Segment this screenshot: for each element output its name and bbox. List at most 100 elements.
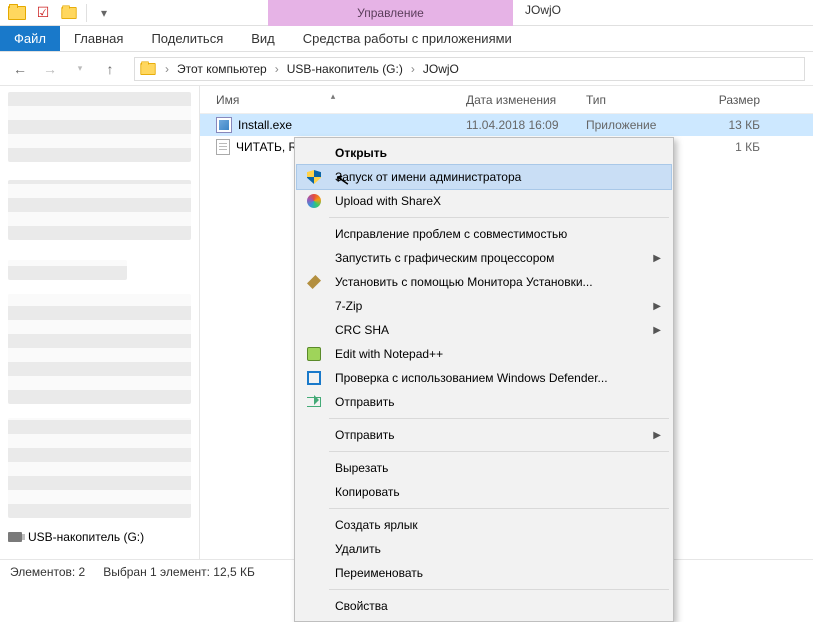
breadcrumb-item[interactable]: USB-накопитель (G:) — [283, 62, 407, 76]
folder-icon — [140, 63, 155, 75]
separator — [86, 4, 87, 22]
status-item-count: Элементов: 2 — [10, 565, 85, 579]
context-menu-item-label: Запустить с графическим процессором — [335, 251, 643, 265]
folder-icon[interactable] — [6, 2, 28, 24]
context-menu-item[interactable]: Копировать — [297, 480, 671, 504]
context-menu-item[interactable]: Запустить с графическим процессором ▶ — [297, 246, 671, 270]
usb-drive-icon — [8, 532, 22, 542]
context-menu-item[interactable]: Создать ярлык — [297, 513, 671, 537]
address-bar[interactable]: › Этот компьютер › USB-накопитель (G:) ›… — [134, 57, 805, 81]
npp-icon — [307, 347, 321, 361]
tab-app-tools[interactable]: Средства работы с приложениями — [289, 26, 526, 51]
file-size: 1 КБ — [688, 140, 768, 154]
context-menu-item-label: Исправление проблем с совместимостью — [335, 227, 661, 241]
context-menu-item[interactable]: Переименовать — [297, 561, 671, 585]
window-title: JOwjO — [525, 3, 561, 17]
context-menu-item[interactable]: Исправление проблем с совместимостью — [297, 222, 671, 246]
wrench-icon — [307, 275, 321, 289]
context-menu-item-label: Проверка с использованием Windows Defend… — [335, 371, 661, 385]
forward-button[interactable]: → — [38, 57, 62, 81]
context-menu-item-label: Upload with ShareX — [335, 194, 661, 208]
context-menu-item[interactable]: Запуск от имени администратора — [297, 165, 671, 189]
column-header-label: Имя — [216, 93, 239, 107]
context-menu-item-label: Отправить — [335, 428, 643, 442]
recent-dropdown[interactable]: ▾ — [68, 57, 92, 81]
exe-file-icon — [216, 117, 232, 133]
tab-file[interactable]: Файл — [0, 26, 60, 51]
sidebar-item-label: USB-накопитель (G:) — [28, 530, 144, 544]
tab-share[interactable]: Поделиться — [137, 26, 237, 51]
context-menu-item-label: 7-Zip — [335, 299, 643, 313]
properties-qat-icon[interactable]: ☑ — [32, 2, 54, 24]
status-selection: Выбран 1 элемент: 12,5 КБ — [103, 565, 255, 579]
context-menu-item-label: Отправить — [335, 395, 661, 409]
context-menu-item[interactable]: Вырезать — [297, 456, 671, 480]
file-type: Приложение — [578, 118, 688, 132]
chevron-right-icon: ▶ — [653, 301, 661, 312]
tab-home[interactable]: Главная — [60, 26, 137, 51]
column-header-date[interactable]: Дата изменения — [458, 93, 578, 107]
chevron-right-icon[interactable]: › — [161, 62, 173, 76]
context-menu-item[interactable]: Открыть — [297, 141, 671, 165]
sidebar-group-blurred — [8, 418, 191, 518]
new-folder-qat-icon[interactable] — [58, 2, 80, 24]
context-menu-item-label: Удалить — [335, 542, 661, 556]
context-menu-item[interactable]: Upload with ShareX — [297, 189, 671, 213]
qat-dropdown-icon[interactable]: ▾ — [93, 2, 115, 24]
context-menu-item[interactable]: Свойства — [297, 594, 671, 618]
context-menu-item-label: Вырезать — [335, 461, 661, 475]
breadcrumb-item[interactable]: JOwjO — [419, 62, 463, 76]
text-file-icon — [216, 139, 230, 155]
chevron-right-icon: ▶ — [653, 325, 661, 336]
column-headers: ▴ Имя Дата изменения Тип Размер — [200, 86, 813, 114]
column-header-size[interactable]: Размер — [688, 93, 768, 107]
context-menu-item[interactable]: Edit with Notepad++ — [297, 342, 671, 366]
context-menu-item[interactable]: Отправить ▶ — [297, 423, 671, 447]
context-menu-item-label: Запуск от имени администратора — [335, 170, 661, 184]
up-button[interactable]: ↑ — [98, 57, 122, 81]
column-header-name[interactable]: ▴ Имя — [208, 93, 458, 107]
sidebar-group-blurred — [8, 180, 191, 240]
context-menu-item[interactable]: Установить с помощью Монитора Установки.… — [297, 270, 671, 294]
ribbon-tabs: Файл Главная Поделиться Вид Средства раб… — [0, 26, 813, 52]
sharex-icon — [307, 194, 321, 208]
column-header-type[interactable]: Тип — [578, 93, 688, 107]
context-menu-item[interactable]: Проверка с использованием Windows Defend… — [297, 366, 671, 390]
chevron-right-icon[interactable]: › — [271, 62, 283, 76]
sort-indicator-icon: ▴ — [331, 91, 336, 102]
back-button[interactable]: ← — [8, 57, 32, 81]
context-menu-item-label: Установить с помощью Монитора Установки.… — [335, 275, 661, 289]
sidebar-group-blurred — [8, 294, 191, 404]
context-menu-item[interactable]: Удалить — [297, 537, 671, 561]
context-menu-item-label: Edit with Notepad++ — [335, 347, 661, 361]
sidebar-item-usb[interactable]: USB-накопитель (G:) — [0, 528, 199, 546]
separator — [329, 451, 669, 452]
chevron-right-icon: ▶ — [653, 253, 661, 264]
context-menu-item[interactable]: CRC SHA ▶ — [297, 318, 671, 342]
context-menu-item-label: Открыть — [335, 146, 661, 160]
breadcrumb-item[interactable]: Этот компьютер — [173, 62, 271, 76]
file-size: 13 КБ — [688, 118, 768, 132]
quick-access-toolbar: ☑ ▾ — [0, 2, 121, 24]
separator — [329, 418, 669, 419]
file-date: 11.04.2018 16:09 — [458, 118, 578, 132]
file-name: ЧИТАТЬ, R — [236, 140, 297, 154]
sidebar-group-blurred — [8, 260, 127, 280]
navigation-bar: ← → ▾ ↑ › Этот компьютер › USB-накопител… — [0, 52, 813, 86]
navigation-pane[interactable]: USB-накопитель (G:) — [0, 86, 200, 559]
sidebar-group-blurred — [8, 92, 191, 162]
context-menu-item[interactable]: 7-Zip ▶ — [297, 294, 671, 318]
context-menu: Открыть Запуск от имени администратора Upl… — [294, 137, 674, 622]
table-row[interactable]: Install.exe 11.04.2018 16:09Приложение13 … — [200, 114, 813, 136]
context-menu-item[interactable]: Отправить — [297, 390, 671, 414]
context-menu-item-label: Копировать — [335, 485, 661, 499]
context-menu-item-label: Свойства — [335, 599, 661, 613]
tab-view[interactable]: Вид — [237, 26, 289, 51]
chevron-right-icon: ▶ — [653, 430, 661, 441]
chevron-right-icon[interactable]: › — [407, 62, 419, 76]
shield-icon — [307, 170, 321, 184]
context-menu-item-label: CRC SHA — [335, 323, 643, 337]
defender-icon — [307, 371, 321, 385]
file-name: Install.exe — [238, 118, 292, 132]
share-arrow-icon — [307, 397, 321, 407]
